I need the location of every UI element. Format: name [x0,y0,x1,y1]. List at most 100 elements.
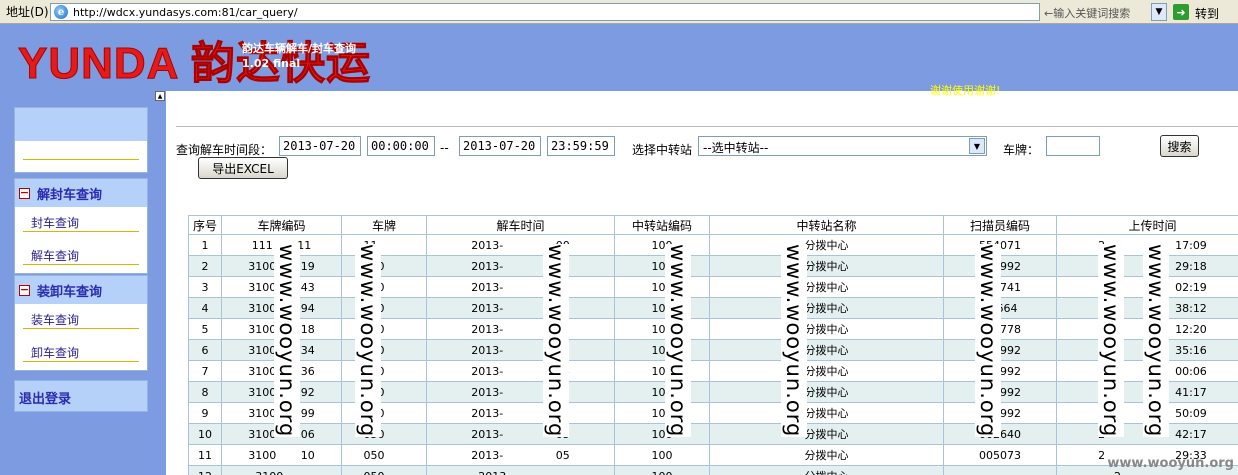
cell-station-name: 分拨中心 [709,465,944,475]
sidebar-item-load-query[interactable]: 装车查询 [15,304,147,337]
cell-index: 7 [188,360,222,382]
table-row: 93100 99 0502013- 03100分拨中心5159922 50:09 [188,402,1238,424]
end-time-input[interactable]: 23:59:59 [547,136,615,156]
cell-index: 3 [188,276,222,298]
sidebar-item-unseal-query[interactable]: 解车查询 [15,240,147,273]
cell-station-name: 分拨中心 [709,255,944,277]
sidebar-user-panel [14,107,148,173]
cell-index: 4 [188,297,222,319]
sidebar-group-header[interactable]: − 装卸车查询 [15,276,147,304]
cell-scanner-code [943,465,1057,475]
cell-station-code: 100 [614,423,710,445]
sidebar-group-seal-query: − 解封车查询 封车查询 解车查询 [14,178,148,274]
cell-plate: 050 [341,465,427,475]
cell-station-name: 分拨中心 [709,402,944,424]
chevron-down-icon[interactable]: ▼ [969,138,985,154]
chevron-down-icon[interactable]: ▼ [1151,3,1167,21]
cell-station-code: 100 [614,444,710,466]
start-date-input[interactable]: 2013-07-20 [279,136,361,156]
export-excel-button[interactable]: 导出EXCEL [198,157,288,179]
table-row: 33100 43 0502013- 03100分拨中心5537412 02:19 [188,276,1238,298]
col-header-plate[interactable]: 车牌 [341,215,427,235]
cell-unseal-time: 2013- 00 [426,234,615,256]
table-row: 63100 34 0502013- 03100分拨中心5159922 35:16 [188,339,1238,361]
cell-station-code: 100 [614,402,710,424]
cell-index: 5 [188,318,222,340]
header-banner: YUNDA 韵达快运 韵达车辆解车/封车查询1.02 final 谢谢使用谢谢! [0,24,1238,97]
keyword-search-hint[interactable]: ←输入关键词搜索 [1044,5,1130,21]
sidebar-item-seal-query[interactable]: 封车查询 [15,207,147,240]
cell-station-code: 100 [614,255,710,277]
cell-station-name: 分拨中心 [709,423,944,445]
cell-station-code: 100 [614,465,710,475]
col-header-plate-code[interactable]: 车牌编码 [221,215,342,235]
range-separator: -- [440,141,449,155]
cell-station-code: 100 [614,276,710,298]
cell-station-name: 分拨中心 [709,339,944,361]
end-date-input[interactable]: 2013-07-20 [459,136,541,156]
col-header-station-name[interactable]: 中转站名称 [709,215,944,235]
cell-station-name: 分拨中心 [709,234,944,256]
table-row: 53100 18 0502013- 01100分拨中心7647782 12:20 [188,318,1238,340]
station-label: 选择中转站 [632,143,693,157]
cell-index: 12 [188,465,222,475]
cell-unseal-time: 2013- 01 [426,318,615,340]
cell-index: 1 [188,234,222,256]
divider [176,126,1238,127]
go-button[interactable]: 转到 [1195,5,1219,22]
col-header-scanner-code[interactable]: 扫描员编码 [943,215,1057,235]
cell-unseal-time: 2013- 01 [426,255,615,277]
address-label: 地址(D) [6,5,49,19]
collapse-minus-icon[interactable]: − [19,187,30,199]
watermark: www.wooyun.org [975,244,1001,438]
url-input[interactable]: e http://wdcx.yundasys.com:81/car_query/ [50,3,1040,21]
thanks-text: 谢谢使用谢谢! [930,84,1001,97]
cell-station-code: 100 [614,318,710,340]
cell-index: 6 [188,339,222,361]
period-label: 查询解车时间段： [176,143,273,157]
logout-link[interactable]: 退出登录 [14,380,148,412]
cell-index: 10 [188,423,222,445]
address-bar: 地址(D) e http://wdcx.yundasys.com:81/car_… [0,0,1238,24]
cell-index: 2 [188,255,222,277]
collapse-up-icon[interactable]: ▲ [155,91,165,101]
watermark: www.wooyun.org [1143,244,1169,438]
sidebar-item-unload-query[interactable]: 卸车查询 [15,337,147,370]
cell-scanner-code: 005073 [943,444,1057,466]
ie-page-icon: e [54,5,68,19]
search-button[interactable]: 搜索 [1160,135,1199,157]
url-text: http://wdcx.yundasys.com:81/car_query/ [73,5,298,19]
cell-unseal-time: 2013- [426,465,615,475]
table-row: 123100 0502013- 100分拨中心2 [188,465,1238,475]
watermark: www.wooyun.org [1098,244,1124,438]
cell-station-code: 100 [614,234,710,256]
watermark: www.wooyun.org [355,244,381,438]
cell-index: 11 [188,444,222,466]
col-header-upload-time[interactable]: 上传时间 [1056,215,1238,235]
collapse-minus-icon[interactable]: − [19,284,30,296]
sidebar-group-load-query: − 装卸车查询 装车查询 卸车查询 [14,275,148,371]
cell-plate-code: 3100 [221,465,342,475]
cell-unseal-time: 2013- 04 [426,360,615,382]
table-row: 73100 36 0502013- 04100分拨中心5159922 00:06 [188,360,1238,382]
start-time-input[interactable]: 00:00:00 [367,136,435,156]
cell-index: 9 [188,402,222,424]
col-header-unseal-time[interactable]: 解车时间 [426,215,615,235]
cell-station-name: 分拨中心 [709,318,944,340]
col-header-station-code[interactable]: 中转站编码 [614,215,710,235]
cell-station-code: 100 [614,360,710,382]
sidebar-group-header[interactable]: − 解封车查询 [15,179,147,207]
col-header-index[interactable]: 序号 [188,215,222,235]
cell-unseal-time: 2013- 02 [426,381,615,403]
corner-watermark: www.wooyun.org [1107,456,1234,471]
plate-input[interactable] [1046,136,1100,156]
cell-unseal-time: 2013- 00 [426,297,615,319]
cell-unseal-time: 2013- 03 [426,339,615,361]
station-select[interactable]: --选中转站-- ▼ [698,136,987,156]
cell-station-code: 100 [614,339,710,361]
cell-unseal-time: 2013- 05 [426,423,615,445]
go-arrow-icon[interactable]: ➜ [1173,4,1189,20]
cell-unseal-time: 2013- 03 [426,402,615,424]
plate-label: 车牌： [1003,143,1040,157]
cell-station-name: 分拨中心 [709,297,944,319]
